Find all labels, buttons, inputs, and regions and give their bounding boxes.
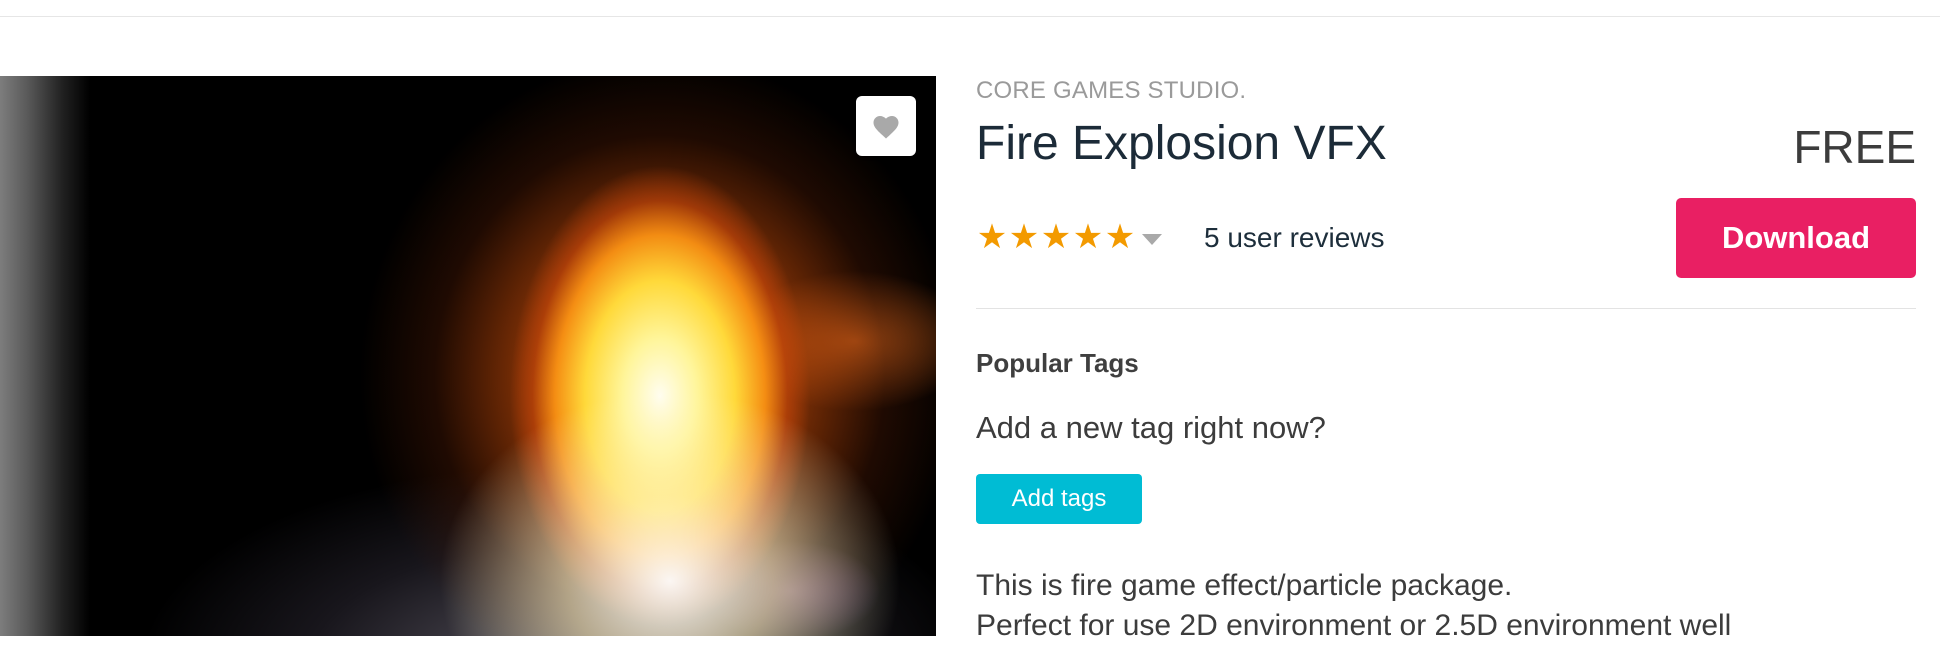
product-preview-image[interactable] bbox=[0, 76, 936, 636]
product-info-panel: CORE GAMES STUDIO. Fire Explosion VFX FR… bbox=[976, 0, 1916, 642]
favorite-button[interactable] bbox=[856, 96, 916, 156]
section-divider bbox=[976, 308, 1916, 309]
product-title: Fire Explosion VFX bbox=[976, 117, 1387, 170]
star-icon: ★ bbox=[1072, 218, 1104, 256]
reviews-link[interactable]: 5 user reviews bbox=[1204, 222, 1385, 254]
add-tags-button[interactable]: Add tags bbox=[976, 474, 1142, 524]
caret-down-icon[interactable] bbox=[1142, 233, 1162, 245]
rating-stars[interactable]: ★ ★ ★ ★ ★ bbox=[976, 218, 1162, 256]
description-line: Perfect for use 2D environment or 2.5D e… bbox=[976, 609, 1732, 642]
add-tag-prompt: Add a new tag right now? bbox=[976, 410, 1326, 445]
product-description: This is fire game effect/particle packag… bbox=[976, 566, 1916, 646]
star-icon: ★ bbox=[1104, 218, 1136, 256]
star-icon: ★ bbox=[1040, 218, 1072, 256]
star-icon: ★ bbox=[1008, 218, 1040, 256]
publisher-name[interactable]: CORE GAMES STUDIO. bbox=[976, 77, 1246, 105]
preview-edge-shadow bbox=[0, 76, 90, 636]
description-line: This is fire game effect/particle packag… bbox=[976, 569, 1513, 602]
heart-icon bbox=[873, 116, 899, 139]
download-button[interactable]: Download bbox=[1676, 198, 1916, 278]
star-icon: ★ bbox=[976, 218, 1008, 256]
popular-tags-heading: Popular Tags bbox=[976, 348, 1139, 378]
product-price: FREE bbox=[1793, 121, 1916, 173]
